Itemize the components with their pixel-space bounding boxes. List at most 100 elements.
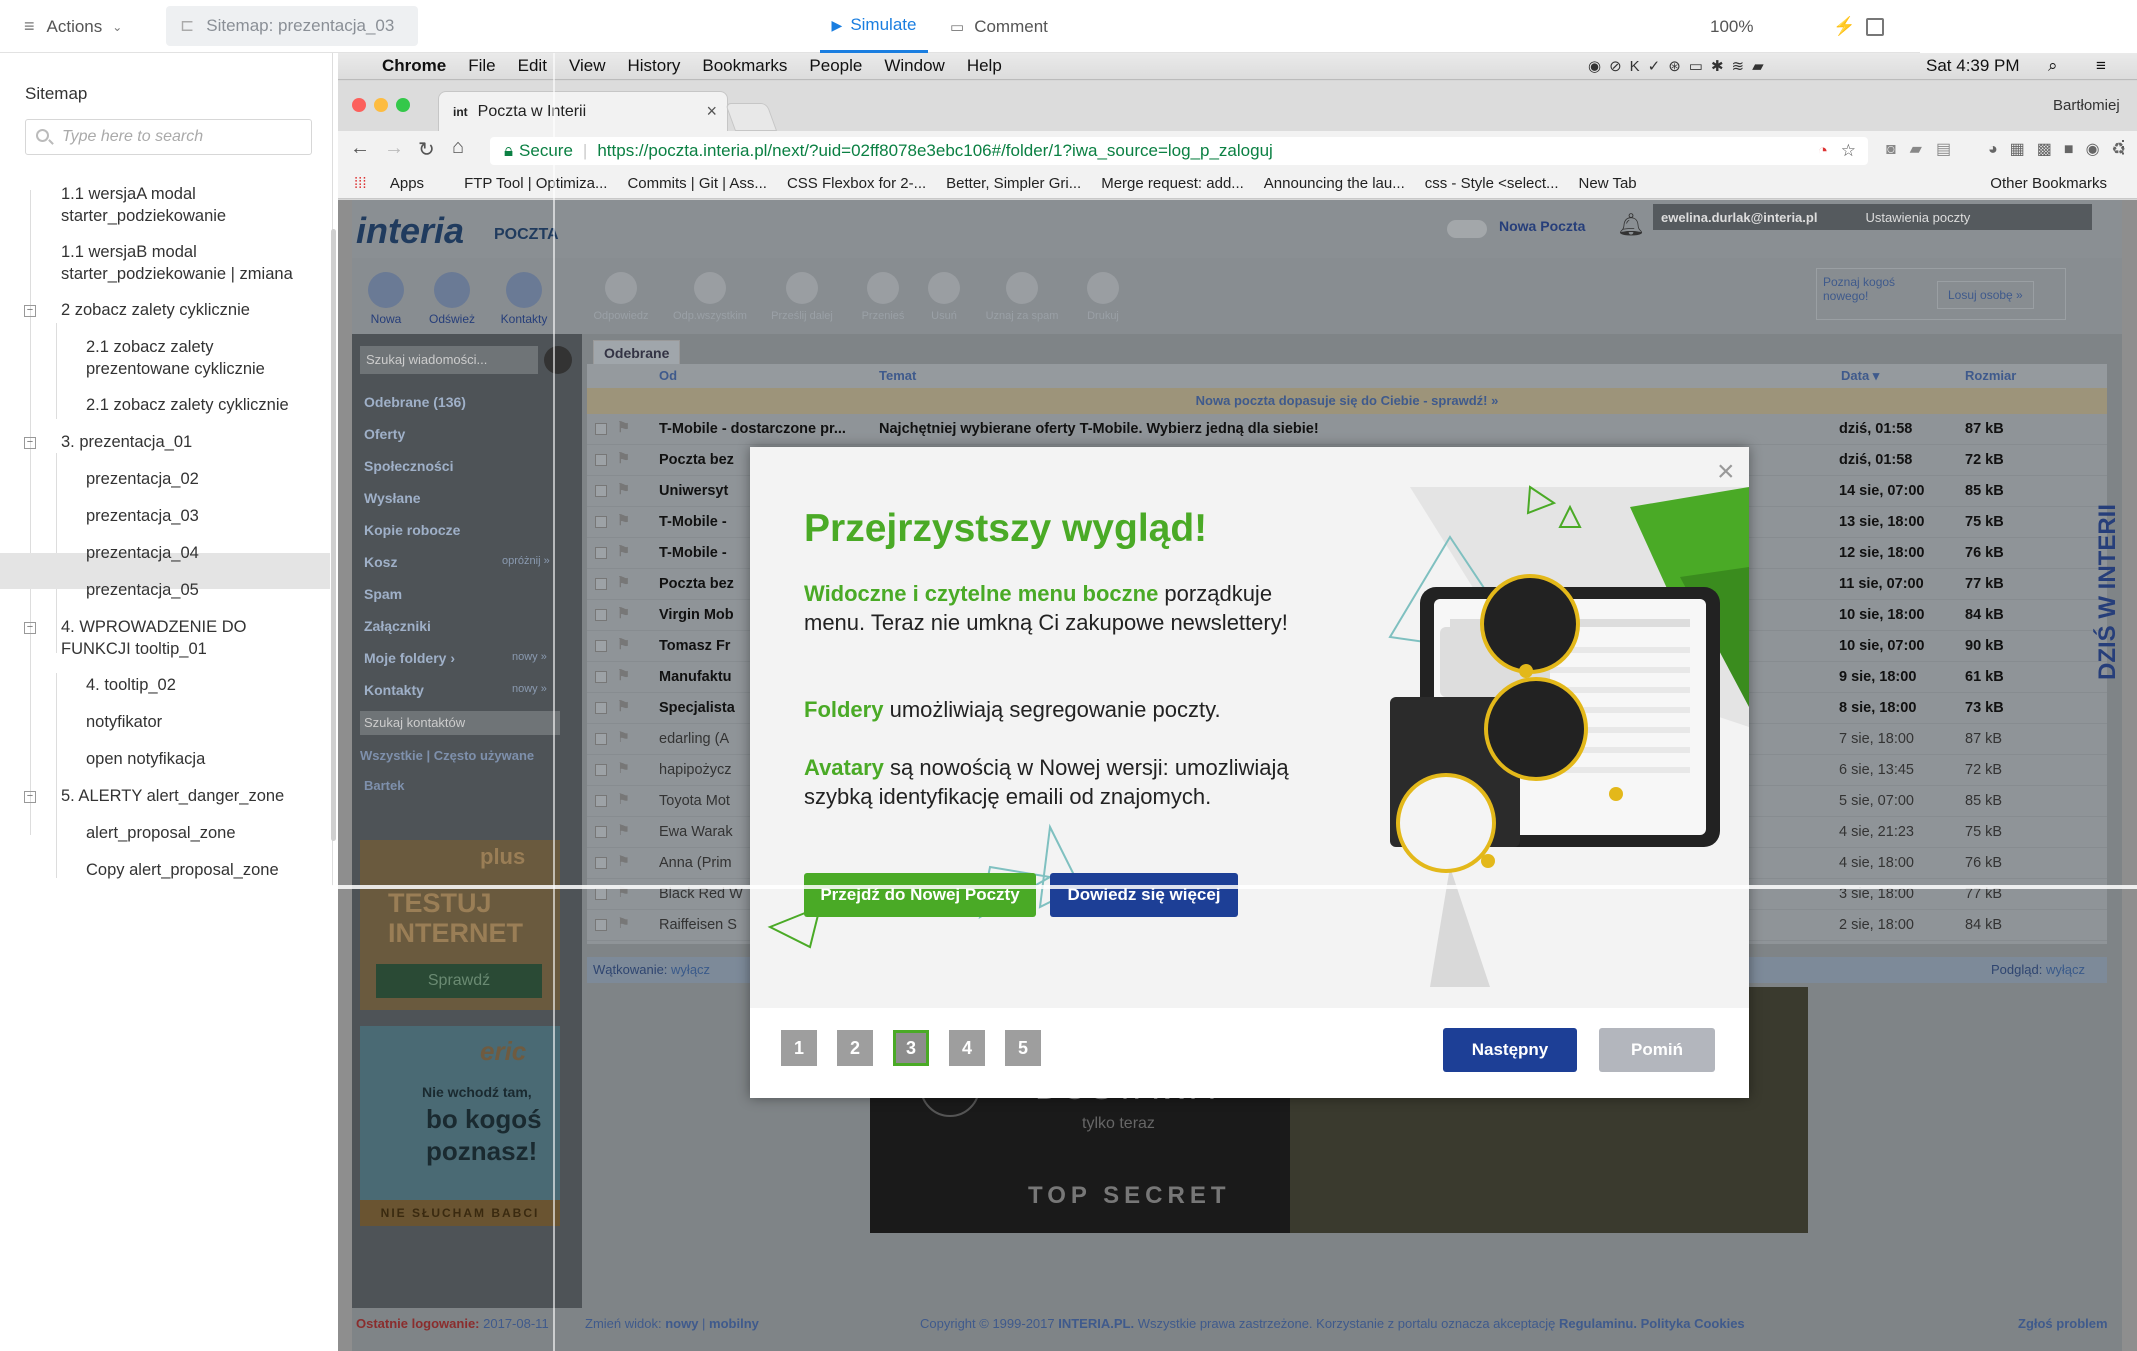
collapse-icon[interactable]: − xyxy=(24,791,36,803)
page-dot-1[interactable]: 1 xyxy=(781,1030,817,1066)
contacts-button[interactable]: Kontakty xyxy=(494,272,554,326)
row-checkbox[interactable] xyxy=(595,547,607,559)
home-icon[interactable]: ⌂ xyxy=(452,136,464,159)
learn-more-button[interactable]: Dowiedz się więcej xyxy=(1050,873,1238,917)
row-checkbox[interactable] xyxy=(595,671,607,683)
lightning-icon[interactable]: ⚡ xyxy=(1833,0,1855,53)
sitemap-item[interactable]: 2.1 zobacz zalety cyklicznie xyxy=(86,394,289,416)
threading-toggle[interactable]: wyłącz xyxy=(671,962,710,977)
menu-help[interactable]: Help xyxy=(967,56,1002,76)
sitemap-item[interactable]: prezentacja_05 xyxy=(86,579,199,601)
col-subject[interactable]: Temat xyxy=(879,368,916,383)
random-person-button[interactable]: Losuj osobę » xyxy=(1937,281,2034,309)
reload-icon[interactable]: ↻ xyxy=(418,137,435,162)
folder-drafts[interactable]: Kopie robocze xyxy=(364,514,466,546)
collapse-icon[interactable]: − xyxy=(24,305,36,317)
sitemap-search-input[interactable]: Type here to search xyxy=(25,119,312,155)
sitemap-item[interactable]: 4. tooltip_02 xyxy=(86,674,176,696)
simulate-tab[interactable]: ▶ Simulate xyxy=(820,0,928,53)
folder-attachments[interactable]: Załączniki xyxy=(364,610,466,642)
bookmark[interactable]: Merge request: add... xyxy=(1101,175,1244,192)
account-bar[interactable]: ewelina.durlak@interia.pl Ustawienia poc… xyxy=(1653,204,2092,230)
menu-file[interactable]: File xyxy=(468,56,495,76)
info-banner[interactable]: Nowa poczta dopasuje się do Ciebie - spr… xyxy=(587,388,2107,414)
page-dot-2[interactable]: 2 xyxy=(837,1030,873,1066)
bookmark-other[interactable]: Other Bookmarks xyxy=(1990,175,2107,192)
folder-contacts[interactable]: Kontakty xyxy=(364,674,466,706)
sitemap-item[interactable]: 3. prezentacja_01 xyxy=(61,431,192,453)
blocked-icon[interactable]: ◔ xyxy=(1818,141,1828,161)
close-icon[interactable]: × xyxy=(1717,455,1735,489)
reply-button[interactable]: Odpowiedz xyxy=(582,272,660,322)
go-to-new-mail-button[interactable]: Przejdź do Nowej Poczty xyxy=(804,873,1036,917)
flag-icon[interactable]: ⚑ xyxy=(617,668,630,684)
profile-name[interactable]: Bartłomiej xyxy=(2053,97,2120,114)
col-date[interactable]: Data ▾ xyxy=(1841,368,1879,384)
folder-social[interactable]: Społeczności xyxy=(364,450,466,482)
move-button[interactable]: Przenieś xyxy=(852,272,914,322)
menu-window[interactable]: Window xyxy=(884,56,944,76)
row-checkbox[interactable] xyxy=(595,423,607,435)
sitemap-item[interactable]: alert_proposal_zone xyxy=(86,822,236,844)
sitemap-item[interactable]: 1.1 wersjaB modal starter_podziekowanie … xyxy=(61,241,321,285)
folder-inbox[interactable]: Odebrane (136) xyxy=(364,386,466,418)
sitemap-item-selected[interactable]: prezentacja_03 xyxy=(86,505,199,527)
menu-chrome[interactable]: Chrome xyxy=(382,56,446,76)
comment-tab[interactable]: ▭ Comment xyxy=(950,0,1048,53)
terms-link[interactable]: Regulaminu. xyxy=(1559,1316,1637,1331)
sitemap-item[interactable]: notyfikator xyxy=(86,711,162,733)
flag-icon[interactable]: ⚑ xyxy=(617,482,630,498)
page-dot-4[interactable]: 4 xyxy=(949,1030,985,1066)
forward-icon[interactable]: → xyxy=(384,137,404,160)
row-checkbox[interactable] xyxy=(595,702,607,714)
page-dot-5[interactable]: 5 xyxy=(1005,1030,1041,1066)
minimize-window-icon[interactable] xyxy=(374,98,388,112)
flag-icon[interactable]: ⚑ xyxy=(617,606,630,622)
view-mobile-link[interactable]: mobilny xyxy=(709,1316,759,1331)
zoom-level[interactable]: 100% xyxy=(1710,0,1753,53)
sitemap-item[interactable]: Copy alert_proposal_zone xyxy=(86,859,279,881)
sitemap-item[interactable]: 2.1 zobacz zalety prezentowane cykliczni… xyxy=(86,336,306,380)
row-checkbox[interactable] xyxy=(595,795,607,807)
collapse-icon[interactable]: − xyxy=(24,622,36,634)
bookmark[interactable]: FTP Tool | Optimiza... xyxy=(464,175,607,192)
collapse-icon[interactable]: − xyxy=(24,437,36,449)
row-checkbox[interactable] xyxy=(595,454,607,466)
menu-people[interactable]: People xyxy=(809,56,862,76)
message-row[interactable]: ⚑ T-Mobile - dostarczone pr... Najchętniej… xyxy=(587,414,2107,445)
sitemap-item[interactable]: prezentacja_04 xyxy=(86,542,199,564)
sitemap-item[interactable]: 4. WPROWADZENIE DO FUNKCJI tooltip_01 xyxy=(61,616,281,660)
bookmark[interactable]: Better, Simpler Gri... xyxy=(946,175,1081,192)
extension-icons[interactable]: ◙▰▤ xyxy=(1886,139,1965,159)
flag-icon[interactable]: ⚑ xyxy=(617,730,630,746)
report-problem-link[interactable]: Zgłoś problem xyxy=(2018,1316,2108,1331)
flag-icon[interactable]: ⚑ xyxy=(617,823,630,839)
print-button[interactable]: Drukuj xyxy=(1078,272,1128,322)
flag-icon[interactable]: ⚑ xyxy=(617,916,630,932)
back-icon[interactable]: ← xyxy=(350,137,370,160)
view-new-link[interactable]: nowy xyxy=(665,1316,698,1331)
contact-item[interactable]: Bartek xyxy=(364,778,404,793)
flag-icon[interactable]: ⚑ xyxy=(617,451,630,467)
new-folder-link[interactable]: nowy » xyxy=(512,651,547,663)
close-tab-icon[interactable]: × xyxy=(706,101,717,122)
search-icon[interactable] xyxy=(544,346,572,374)
sitemap-item[interactable]: 1.1 wersjaA modal starter_podziekowanie xyxy=(61,183,281,227)
folder-trash[interactable]: Kosz xyxy=(364,546,466,578)
tab-odebrane[interactable]: Odebrane xyxy=(593,340,681,366)
bookmark[interactable]: Announcing the lau... xyxy=(1264,175,1405,192)
bookmark[interactable]: New Tab xyxy=(1579,175,1637,192)
reply-all-button[interactable]: Odp.wszystkim xyxy=(668,272,752,322)
row-checkbox[interactable] xyxy=(595,578,607,590)
bookmark[interactable]: Commits | Git | Ass... xyxy=(627,175,766,192)
flag-icon[interactable]: ⚑ xyxy=(617,513,630,529)
skip-button[interactable]: Pomiń xyxy=(1599,1028,1715,1072)
spam-button[interactable]: Uznaj za spam xyxy=(974,272,1070,322)
bookmark[interactable]: CSS Flexbox for 2-... xyxy=(787,175,926,192)
fullscreen-icon[interactable] xyxy=(1866,0,1884,53)
toggle-switch[interactable] xyxy=(1447,220,1487,238)
folder-spam[interactable]: Spam xyxy=(364,578,466,610)
row-checkbox[interactable] xyxy=(595,733,607,745)
today-vertical-label[interactable]: DZIŚ W INTERII xyxy=(2094,420,2124,680)
refresh-button[interactable]: Odśwież xyxy=(422,272,482,326)
